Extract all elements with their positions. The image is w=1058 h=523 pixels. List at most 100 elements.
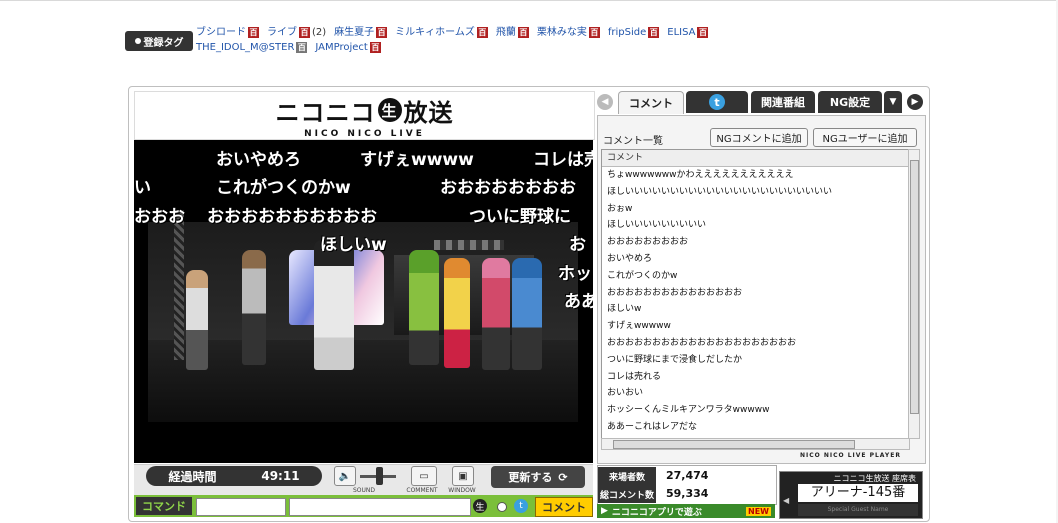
player-brand: NICO NICO LIVE PLAYER (800, 452, 901, 459)
twitter-icon[interactable]: t (514, 499, 528, 513)
tag-text[interactable]: ELISA (667, 25, 695, 40)
tag-text[interactable]: 麻生夏子 (334, 25, 374, 40)
dictionary-icon[interactable]: 百 (588, 27, 600, 38)
tag-asou-natsuko[interactable]: 麻生夏子百 (334, 25, 388, 40)
tag-text[interactable]: ブシロード (196, 25, 246, 40)
comment-row[interactable]: おいやめろ (602, 251, 909, 268)
comment-input[interactable] (289, 498, 471, 516)
logo-circle-icon: 生 (377, 98, 402, 122)
elapsed-value: 49:11 (261, 469, 300, 483)
comment-label: COMMENT (406, 487, 438, 494)
prev-arrow-icon[interactable]: ◀ (597, 94, 613, 110)
overlay-comment: ああ (564, 292, 593, 312)
horizontal-scrollbar[interactable] (601, 438, 910, 450)
comment-row[interactable]: ほしいいいいいいいいいいいいいいいいいいいいいいい (602, 184, 909, 201)
send-comment-button[interactable]: コメント (535, 497, 593, 517)
comment-row[interactable]: すげぇwwwww (602, 318, 909, 335)
tag-bushiroad[interactable]: ブシロード百 (196, 25, 259, 40)
truss-right (434, 240, 504, 250)
video-screen[interactable]: おいやめろ すげぇwwww コレは売 い これがつくのかw おおおおおおおお お… (134, 140, 593, 463)
tag-kuribayashi[interactable]: 栗林みな実百 (537, 25, 600, 40)
logo-title: ニコニコ 生 放送 (276, 93, 454, 128)
window-icon: ▣ (458, 470, 468, 482)
comment-row[interactable]: ホッシーくんミルキアンワラタwwwww (602, 402, 909, 419)
overlay-comment: おおおおおおおお (440, 178, 576, 198)
dictionary-icon[interactable]: 百 (697, 27, 709, 38)
comment-row[interactable]: ちょwwwwwwwかわえええええええええええ (602, 167, 909, 184)
comment-list[interactable]: コメント ちょwwwwwwwかわえええええええええええ ほしいいいいいいいいいいい… (601, 149, 910, 439)
comment-row[interactable]: ほしいw (602, 301, 909, 318)
performer (242, 250, 266, 365)
dictionary-icon[interactable]: 百 (299, 27, 310, 38)
comment-row[interactable]: これがつくのかw (602, 268, 909, 285)
speaker-icon: 🔈 (338, 470, 352, 482)
add-ng-comment-button[interactable]: NGコメントに追加 (710, 128, 808, 147)
comment-row[interactable]: ほしいいいいいいいいい (602, 217, 909, 234)
comment-column-header[interactable]: コメント (602, 150, 909, 167)
comment-row[interactable]: おおおおおおおおおおおおおおおおおおおおお (602, 335, 909, 352)
add-ng-user-button[interactable]: NGユーザーに追加 (813, 128, 917, 147)
sound-button[interactable]: 🔈 (334, 466, 356, 486)
dictionary-icon[interactable]: 百 (517, 27, 529, 38)
performer (444, 258, 470, 368)
tag-milky-holmes[interactable]: ミルキィホームズ百 (395, 25, 488, 40)
tab-comment[interactable]: コメント (618, 91, 684, 114)
comment-row[interactable]: おおおおおおおおおおおおおおお (602, 285, 909, 302)
comment-row[interactable]: おいおい (602, 385, 909, 402)
tag-text[interactable]: THE_IDOL_M@STER (196, 40, 294, 55)
tag-feilan[interactable]: 飛蘭百 (496, 25, 529, 40)
tab-related[interactable]: 関連番組 (751, 91, 815, 113)
window-button[interactable]: ▣ (452, 466, 474, 486)
comments-value: 59,334 (666, 487, 709, 500)
comment-toggle-button[interactable]: ▭ (411, 466, 437, 486)
dictionary-icon[interactable]: 百 (369, 42, 381, 53)
registered-tags-label: 登録タグ (125, 31, 193, 51)
tag-fripside[interactable]: fripSide 百 (608, 25, 660, 40)
refresh-button[interactable]: 更新する ⟳ (491, 466, 585, 488)
comment-row[interactable]: ついに野球にまで浸食しだしたか (602, 352, 909, 369)
volume-slider-handle[interactable] (376, 467, 383, 485)
sound-label: SOUND (352, 487, 376, 494)
overlay-comment: ほしいw (320, 235, 387, 255)
comment-row[interactable]: ああーこれはレアだな (602, 419, 909, 436)
dictionary-icon[interactable]: 百 (248, 27, 259, 38)
dictionary-icon[interactable]: 百 (648, 27, 660, 38)
tag-elisa[interactable]: ELISA 百 (667, 25, 709, 40)
tag-text[interactable]: JAMProject (315, 40, 367, 55)
comment-row[interactable]: おぉw (602, 201, 909, 218)
dropdown-icon[interactable]: ▼ (884, 91, 902, 113)
seat-left-arrow-icon[interactable]: ◀ (783, 496, 789, 505)
comment-row[interactable]: おおおおおおおおお (602, 234, 909, 251)
tag-idolmaster[interactable]: THE_IDOL_M@STER 百 (196, 40, 308, 55)
performer (409, 250, 439, 365)
tag-text[interactable]: 栗林みな実 (537, 25, 587, 40)
live-icon[interactable]: 生 (473, 499, 487, 513)
play-icon: ▶ (601, 506, 608, 516)
tag-text[interactable]: 飛蘭 (496, 25, 516, 40)
stats-box: 来場者数 27,474 総コメント数 59,334 (597, 465, 777, 505)
comment-row[interactable]: コレは売れる (602, 369, 909, 386)
tag-text[interactable]: ミルキィホームズ (395, 25, 475, 40)
vertical-scrollbar[interactable] (908, 149, 920, 439)
logo-subtitle: NICO NICO LIVE (304, 128, 425, 139)
command-input[interactable] (196, 498, 286, 516)
overlay-comment: おおおおおおおおおお (207, 207, 377, 227)
tag-live[interactable]: ライブ百 (2) (267, 25, 326, 40)
tag-jamproject[interactable]: JAMProject 百 (315, 40, 381, 55)
tag-text[interactable]: ライブ (267, 25, 297, 40)
dictionary-icon[interactable]: 百 (296, 42, 308, 53)
registered-tags-text: 登録タグ (143, 37, 184, 49)
mascot-performer (314, 240, 354, 370)
dictionary-icon[interactable]: 百 (376, 27, 388, 38)
radio-icon[interactable] (497, 502, 507, 512)
app-link[interactable]: ▶ ニコニコアプリで遊ぶ NEW (597, 504, 775, 518)
scroll-thumb[interactable] (613, 440, 855, 449)
refresh-icon: ⟳ (558, 470, 568, 484)
next-arrow-icon[interactable]: ▶ (907, 94, 923, 110)
scroll-thumb[interactable] (910, 160, 919, 414)
tab-twitter[interactable]: t (686, 91, 748, 113)
tab-ng-settings[interactable]: NG設定 (818, 91, 882, 113)
dictionary-icon[interactable]: 百 (476, 27, 488, 38)
tag-count: (2) (312, 27, 327, 38)
tag-text[interactable]: fripSide (608, 25, 646, 40)
